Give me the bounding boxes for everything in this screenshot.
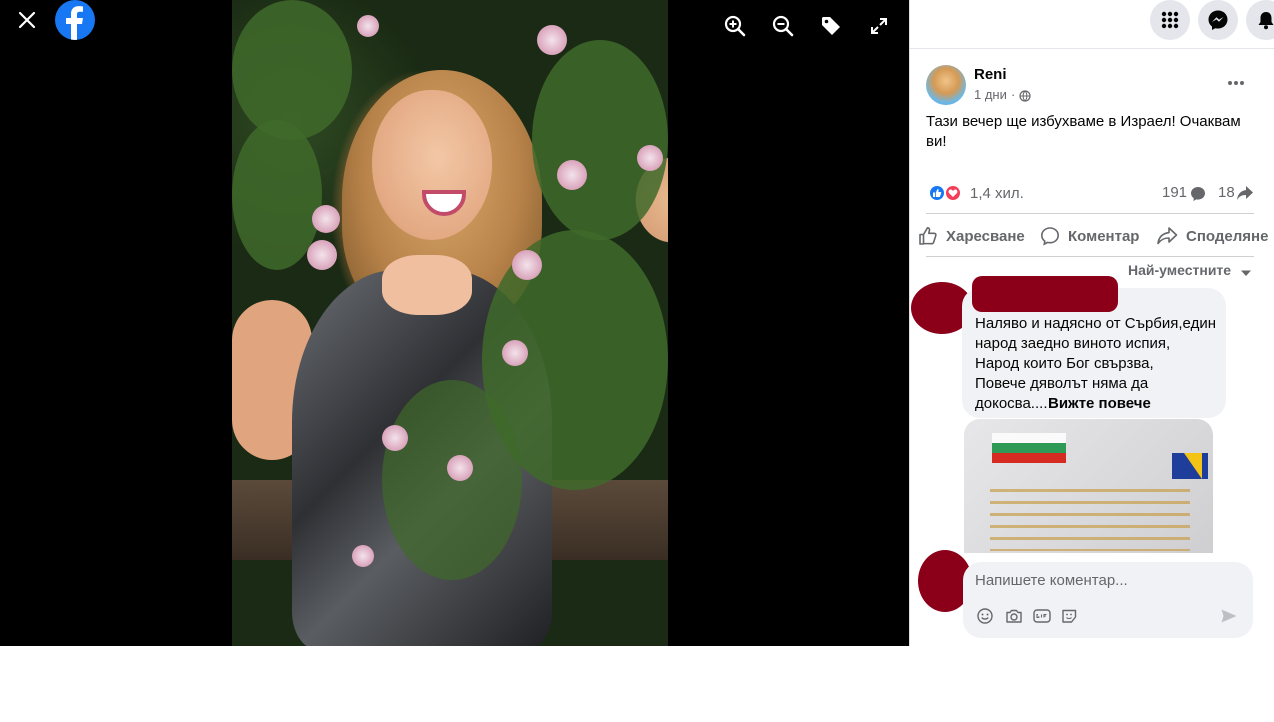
comment-image[interactable] [964,419,1213,553]
comment-line5: докосва.... [975,395,1048,412]
comment-line3: Народ които Бог свързва, [975,355,1154,372]
author-avatar[interactable] [926,65,966,105]
rose-flower [557,160,587,190]
camera-icon[interactable] [1005,608,1023,624]
rose-flower [382,425,408,451]
like-button[interactable]: Харесване [918,222,1025,250]
send-icon[interactable] [1220,608,1238,624]
tag-icon[interactable] [813,8,849,44]
close-icon[interactable] [9,2,45,38]
post-text-line1: Тази вечер ще избухваме в Израел! Очаква… [926,113,1241,130]
rose-flower [307,240,337,270]
love-reaction-icon[interactable] [944,184,962,202]
divider [926,256,1254,257]
share-label: Споделяне [1186,227,1269,245]
share-count-icon [1236,185,1254,201]
reactions-count[interactable]: 1,4 хил. [970,185,1024,202]
rose-flower [512,250,542,280]
shares-count[interactable]: 18 [1218,184,1235,201]
top-bar [910,0,1274,49]
photo-viewer [0,0,909,646]
facebook-logo-icon[interactable] [55,0,95,40]
thumbs-up-icon [919,227,937,245]
divider [926,213,1254,214]
rose-flower [637,145,663,171]
bosnia-flag [1172,453,1208,479]
rose-flower [447,455,473,481]
post-time[interactable]: 1 дни [974,87,1007,102]
see-more-link[interactable]: Вижте повече [1048,394,1151,414]
foliage [382,380,522,580]
zoom-out-icon[interactable] [765,8,801,44]
sticker-icon[interactable] [1061,608,1079,624]
zoom-in-icon[interactable] [717,8,753,44]
face [372,90,492,240]
bell-icon[interactable] [1246,0,1274,40]
like-label: Харесване [946,227,1025,245]
messenger-icon[interactable] [1198,0,1238,40]
globe-icon [1019,89,1031,102]
menu-grid-icon[interactable] [1150,0,1190,40]
commenter-name-redacted[interactable] [972,276,1118,312]
comment-line4: Повече дяволът няма да [975,375,1149,392]
comment-button[interactable]: Коментар [1040,222,1139,250]
hand [382,255,472,315]
comment-input-placeholder[interactable]: Напишете коментар... [975,572,1128,589]
rose-flower [537,25,567,55]
comment-icon [1040,227,1060,246]
rose-flower [502,340,528,366]
author-name[interactable]: Reni [974,66,1007,83]
fullscreen-icon[interactable] [861,8,897,44]
dot-separator: · [1011,87,1016,102]
share-icon [1157,227,1178,245]
plaque-inscription [990,483,1190,551]
comment-count-icon [1190,186,1206,202]
gif-icon[interactable] [1033,608,1051,624]
comment-sort-label[interactable]: Най-уместните [1128,262,1231,278]
comment-line2: народ заедно виното испия, [975,335,1171,352]
foliage [532,40,668,240]
bulgaria-flag [992,433,1066,463]
comments-count[interactable]: 191 [1162,184,1187,201]
foliage [232,0,352,140]
rose-flower [352,545,374,567]
chevron-down-icon[interactable] [1240,266,1252,278]
comment-line1: Наляво и надясно от Сърбия,един [975,315,1216,332]
more-options-icon[interactable] [1222,72,1250,94]
post-text-line2: ви! [926,133,947,150]
rose-flower [357,15,379,37]
comment-label: Коментар [1068,227,1140,245]
comment-composer[interactable]: Напишете коментар... [963,562,1253,638]
share-button[interactable]: Споделяне [1156,222,1268,250]
emoji-icon[interactable] [977,608,993,624]
rose-flower [312,205,340,233]
post-photo[interactable] [232,0,668,646]
